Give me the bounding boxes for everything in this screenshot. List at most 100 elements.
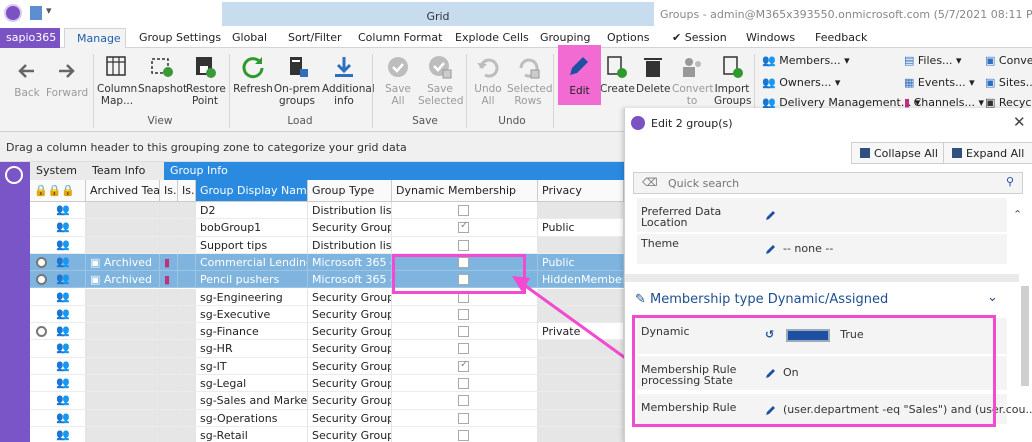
cell-display-name[interactable]: sg-Sales and Marketing: [196, 392, 308, 410]
cell-group-type[interactable]: Security Group: [308, 305, 392, 324]
cell-group-type[interactable]: Security Group: [308, 392, 392, 410]
cell-is-2[interactable]: [178, 219, 196, 237]
cell-is-2[interactable]: [178, 426, 196, 442]
cell-archived-team[interactable]: [86, 219, 160, 237]
column-map-button[interactable]: Column Map...: [97, 54, 137, 107]
dynamic-checkbox[interactable]: ✓: [458, 220, 469, 234]
table-row[interactable]: 👥 sg-Operations Security Group: [30, 409, 624, 427]
cell-group-type[interactable]: Security Group: [308, 409, 392, 427]
column-header-archived-team[interactable]: Archived Team: [86, 180, 160, 202]
cell-display-name[interactable]: sg-Legal: [196, 375, 308, 393]
cell-display-name[interactable]: Support tips: [196, 236, 308, 254]
cell-is-1[interactable]: [160, 236, 178, 254]
cell-display-name[interactable]: sg-Finance: [196, 323, 308, 341]
cell-is-1[interactable]: ▮: [160, 253, 178, 272]
edit-button[interactable]: Edit: [558, 45, 601, 105]
cell-is-2[interactable]: [178, 375, 196, 393]
conversations-menu[interactable]: ▣ Conver: [985, 54, 1032, 67]
app-logo-icon[interactable]: [4, 4, 22, 22]
cell-archived-team[interactable]: [86, 392, 160, 410]
cell-system[interactable]: 👥: [30, 375, 86, 393]
dynamic-checkbox[interactable]: [458, 308, 469, 320]
grouping-zone[interactable]: Drag a column header to this grouping zo…: [0, 132, 624, 162]
cell-archived-team[interactable]: [86, 288, 160, 306]
cell-is-1[interactable]: [160, 202, 178, 220]
cell-privacy[interactable]: [538, 426, 624, 442]
tab-column-format[interactable]: Column Format: [358, 31, 442, 44]
cell-group-type[interactable]: Security Group: [308, 288, 392, 306]
undo-all-button[interactable]: Undo All: [470, 54, 506, 107]
cell-system[interactable]: 👥: [30, 271, 86, 289]
tab-sort-filter[interactable]: Sort/Filter: [288, 31, 342, 44]
cell-archived-team[interactable]: [86, 409, 160, 427]
cell-is-2[interactable]: [178, 392, 196, 410]
cell-archived-team[interactable]: [86, 357, 160, 375]
chevron-down-icon[interactable]: ⌄: [987, 290, 998, 305]
cell-group-type[interactable]: Security Group: [308, 357, 392, 375]
cell-is-2[interactable]: [178, 253, 196, 272]
dynamic-checkbox[interactable]: [458, 205, 469, 216]
edit-pencil-icon[interactable]: [765, 208, 783, 221]
cell-display-name[interactable]: sg-IT: [196, 357, 308, 375]
cell-privacy[interactable]: Public: [538, 253, 624, 272]
additional-info-button[interactable]: Additional info: [322, 54, 375, 107]
tab-global[interactable]: Global: [232, 31, 267, 44]
radio-icon[interactable]: [36, 274, 47, 286]
cell-is-1[interactable]: ▮: [160, 271, 178, 289]
sites-menu[interactable]: ▣ Sites...: [985, 76, 1032, 89]
cell-system[interactable]: 👥: [30, 409, 86, 427]
onprem-groups-button[interactable]: On-prem groups: [273, 54, 321, 107]
cell-is-2[interactable]: [178, 202, 196, 220]
cell-archived-team[interactable]: [86, 340, 160, 358]
cell-privacy[interactable]: [538, 202, 624, 220]
save-selected-button[interactable]: Save Selected: [418, 54, 464, 107]
tab-group-settings[interactable]: Group Settings: [139, 31, 221, 44]
column-header-system-icons[interactable]: 🔒🔒🔒: [30, 180, 86, 202]
cell-system[interactable]: 👥: [30, 236, 86, 254]
table-row[interactable]: 👥 ▣ Archived ▮ Commercial Lending Microsoft …: [30, 253, 624, 272]
cell-is-2[interactable]: [178, 409, 196, 427]
tab-windows[interactable]: Windows: [746, 31, 795, 44]
dynamic-checkbox[interactable]: [458, 326, 469, 338]
table-row[interactable]: 👥 Support tips Distribution list: [30, 236, 624, 254]
cell-is-1[interactable]: [160, 219, 178, 237]
table-row[interactable]: 👥 bobGroup1 Security Group ✓ Public: [30, 219, 624, 237]
cell-display-name[interactable]: Pencil pushers: [196, 271, 308, 289]
expand-all-button[interactable]: Expand All: [943, 142, 1032, 164]
cell-dynamic-membership[interactable]: ✓: [392, 219, 538, 237]
save-all-button[interactable]: Save All: [380, 54, 416, 107]
cell-system[interactable]: 👥: [30, 202, 86, 220]
cell-group-type[interactable]: Security Group: [308, 340, 392, 358]
cell-dynamic-membership[interactable]: [392, 236, 538, 254]
tab-app[interactable]: sapio365: [0, 28, 60, 48]
dynamic-checkbox[interactable]: [458, 343, 469, 355]
cell-is-2[interactable]: [178, 357, 196, 375]
radio-icon[interactable]: [36, 256, 47, 268]
dynamic-checkbox[interactable]: ✓: [458, 359, 469, 372]
cell-display-name[interactable]: sg-Retail: [196, 426, 308, 442]
cell-privacy[interactable]: [538, 236, 624, 254]
cell-display-name[interactable]: bobGroup1: [196, 219, 308, 237]
cell-archived-team[interactable]: [86, 375, 160, 393]
cell-is-2[interactable]: [178, 323, 196, 341]
cell-display-name[interactable]: sg-Engineering: [196, 288, 308, 306]
cell-is-2[interactable]: [178, 340, 196, 358]
cell-dynamic-membership[interactable]: [392, 409, 538, 427]
cell-is-2[interactable]: [178, 271, 196, 289]
dynamic-checkbox[interactable]: [458, 378, 469, 389]
cell-archived-team[interactable]: ▣ Archived: [86, 253, 160, 272]
cell-group-type[interactable]: Distribution list: [308, 202, 392, 220]
radio-icon[interactable]: [36, 326, 47, 338]
theme-value[interactable]: -- none --: [765, 242, 833, 255]
cell-dynamic-membership[interactable]: [392, 392, 538, 410]
eraser-icon[interactable]: ⌫: [642, 176, 658, 189]
quick-access-icon[interactable]: [30, 6, 42, 20]
panel-scrollbar[interactable]: [1021, 286, 1029, 386]
tab-explode-cells[interactable]: Explode Cells: [455, 31, 529, 44]
cell-system[interactable]: 👥: [30, 253, 86, 272]
cell-archived-team[interactable]: [86, 305, 160, 324]
cell-group-type[interactable]: Microsoft 365 gro: [308, 271, 392, 289]
cell-is-1[interactable]: [160, 288, 178, 306]
restore-point-button[interactable]: Restore Point: [186, 54, 226, 107]
cell-archived-team[interactable]: ▣ Archived: [86, 271, 160, 289]
